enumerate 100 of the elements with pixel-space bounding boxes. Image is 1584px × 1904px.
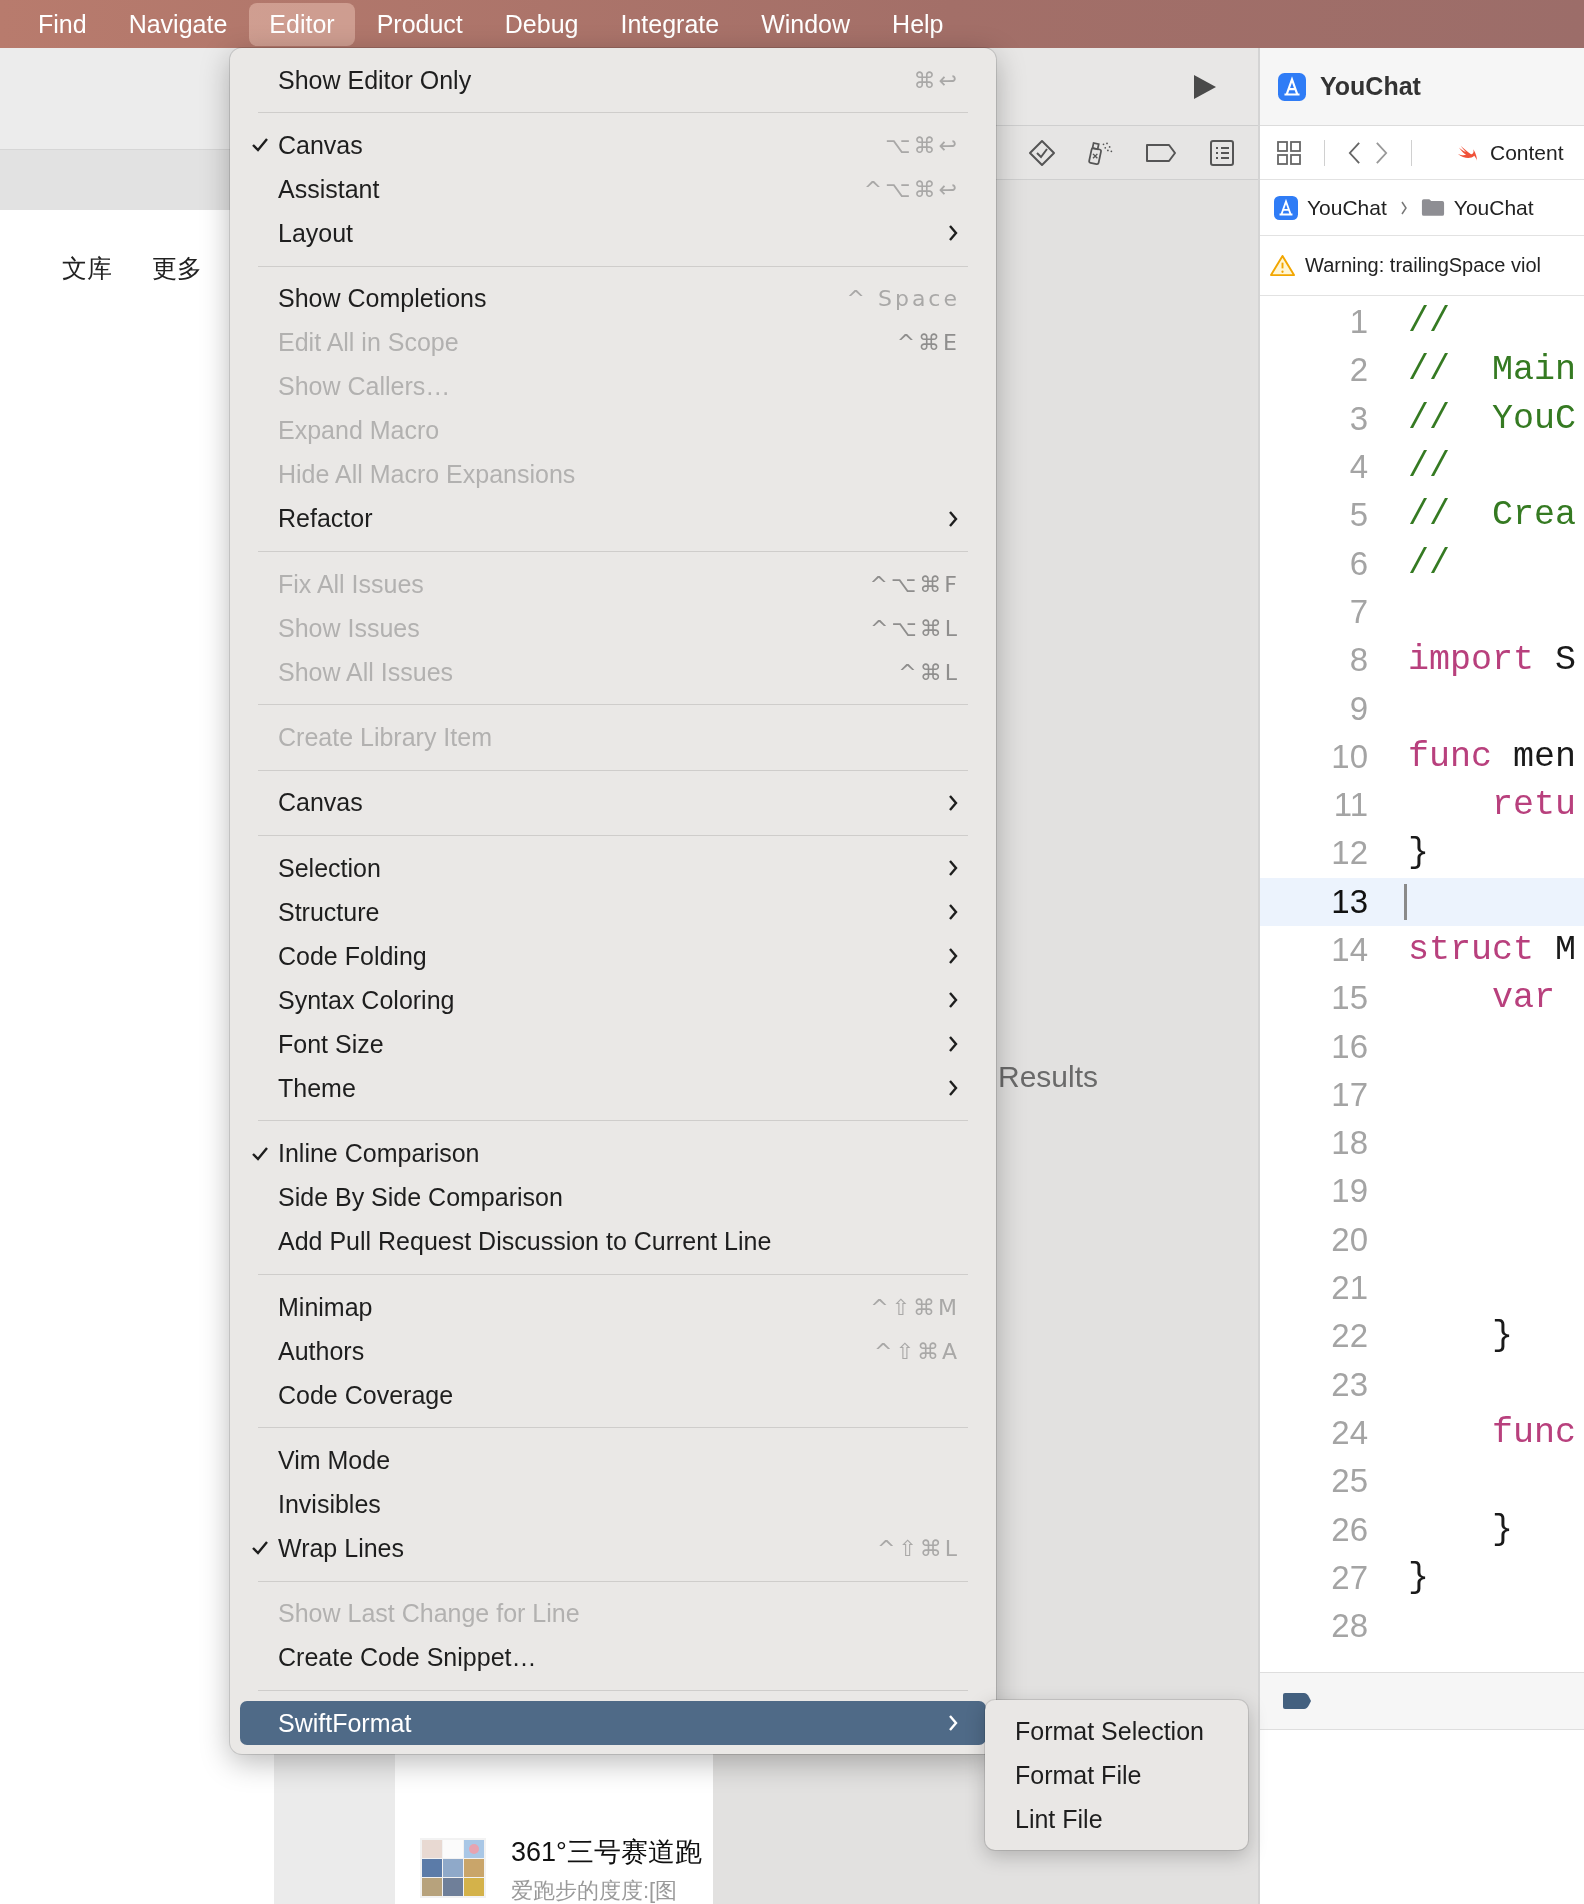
line-number: 15 [1331,979,1368,1018]
line-number: 27 [1331,1558,1368,1597]
line-number: 20 [1331,1220,1368,1259]
chevron-icon [948,859,958,878]
menu-item[interactable]: Side By Side Comparison [240,1175,986,1220]
checkmark-icon [251,137,269,154]
menu-item[interactable]: Minimap ^⇧⌘M [240,1285,986,1329]
line-number: 11 [1333,786,1368,825]
line-number: 8 [1349,641,1368,680]
line-number: 22 [1331,1317,1368,1356]
menu-item[interactable]: Inline Comparison [240,1131,986,1176]
chevron-icon [948,1714,958,1733]
line-number: 21 [1331,1269,1368,1308]
shortcut-label: ^⌥⌘↩ [863,176,960,202]
menu-item[interactable]: Vim Mode [240,1438,986,1483]
line-number: 18 [1331,1124,1368,1163]
diamond-check-icon[interactable] [1028,138,1056,167]
menu-item[interactable]: Authors ^⇧⌘A [240,1329,986,1373]
line-number: 28 [1331,1607,1368,1646]
line-number: 26 [1331,1510,1368,1549]
menu-bar-item[interactable]: Window [741,2,871,46]
chevron-icon [948,1035,958,1054]
shortcut-label: ⌘↩ [913,67,960,93]
menu-item[interactable]: Show Completions ^ Space [240,276,986,321]
code-line: var [1491,978,1556,1019]
menu-item[interactable]: Code Folding [240,934,986,979]
menu-item[interactable]: Assistant ^⌥⌘↩ [240,167,986,212]
chat-preview: 爱跑步的度度:[图 [511,1877,679,1904]
line-number: 25 [1331,1462,1368,1501]
code-line: // YouC [1408,398,1577,439]
chevron-icon [948,793,958,812]
menu-item[interactable]: Format File [985,1753,1248,1797]
back-icon[interactable] [1347,139,1362,166]
menu-item[interactable]: Invisibles [240,1482,986,1527]
line-number: 4 [1349,448,1368,487]
menu-item[interactable]: Selection [240,846,986,891]
menu-item[interactable]: Create Code Snippet… [240,1635,986,1680]
line-number: 24 [1331,1413,1368,1452]
shortcut-label: ^⌥⌘F [869,571,960,597]
menu-bar-item[interactable]: Product [356,2,483,46]
line-number: 12 [1331,834,1368,873]
breakpoint-icon[interactable] [1282,1692,1312,1710]
code-line: } [1491,1509,1514,1550]
chat-title: 361°三号赛道跑 [511,1836,702,1869]
code-line: func [1491,1412,1577,1453]
menu-item[interactable]: Code Coverage [240,1373,986,1417]
menu-item[interactable]: Theme [240,1066,986,1111]
code-line: } [1408,833,1429,874]
line-number: 5 [1349,496,1368,535]
nav-tab[interactable]: 文库 [62,252,112,285]
menu-item[interactable]: Format Selection [985,1709,1248,1753]
shortcut-label: ^⇧⌘A [874,1338,960,1364]
shortcut-label: ⌥⌘↩ [885,132,960,158]
shortcut-label: ^⌥⌘L [869,615,960,641]
code-line: retu [1491,785,1577,826]
checkmark-icon [251,1540,269,1557]
code-line: } [1491,1316,1514,1357]
warning-icon [1270,254,1295,277]
line-number: 14 [1331,931,1368,969]
line-number: 9 [1349,689,1368,728]
line-number: 17 [1331,1075,1368,1114]
list-icon[interactable] [1208,138,1236,167]
menu-item[interactable]: Refactor [240,496,986,541]
line-number: 23 [1331,1365,1368,1404]
tag-icon[interactable] [1144,141,1178,164]
menu-item[interactable]: Structure [240,890,986,935]
menu-bar-item[interactable]: Debug [484,2,599,46]
menu-item[interactable]: Add Pull Request Discussion to Current Line [240,1219,986,1264]
chevron-icon [948,224,958,243]
menu-item[interactable]: Wrap Lines ^⇧⌘L [240,1526,986,1571]
menu-item[interactable]: Lint File [985,1797,1248,1841]
menu-item[interactable]: Canvas ⌥⌘↩ [240,123,986,168]
shortcut-label: ^⇧⌘L [876,1535,960,1561]
breadcrumb-item[interactable]: YouChat [1453,195,1534,220]
code-line: } [1408,1557,1429,1598]
chevron-icon [948,509,958,528]
chevron-icon [948,1079,958,1098]
breadcrumb-item[interactable]: YouChat [1307,195,1387,220]
grid-icon[interactable] [1276,139,1302,166]
nav-tab[interactable]: 更多 [152,252,202,285]
line-number: 1 [1349,303,1368,342]
menu-bar-item[interactable]: Integrate [600,2,740,46]
shortcut-label: ^ Space [846,286,960,312]
warning-message: Warning: trailingSpace viol [1305,254,1542,277]
menu-bar-item[interactable]: Help [872,2,964,46]
menu-item[interactable]: Font Size [240,1022,986,1067]
forward-icon[interactable] [1374,139,1389,166]
menu-item[interactable]: Layout [240,211,986,256]
menu-item[interactable]: Syntax Coloring [240,978,986,1023]
folder-icon [1420,198,1445,217]
code-line: struct M [1408,930,1577,970]
app-icon [1274,195,1298,220]
menu-bar-item[interactable]: Navigate [108,2,248,46]
menu-item[interactable]: Show Editor Only ⌘↩ [240,58,986,102]
menu-item[interactable]: SwiftFormat [240,1701,986,1746]
shortcut-label: ^⌘E [896,330,960,356]
app-icon [1278,72,1306,101]
file-tab[interactable]: Content [1490,140,1564,165]
code-line: // [1408,447,1450,488]
menu-item[interactable]: Canvas [240,780,986,825]
